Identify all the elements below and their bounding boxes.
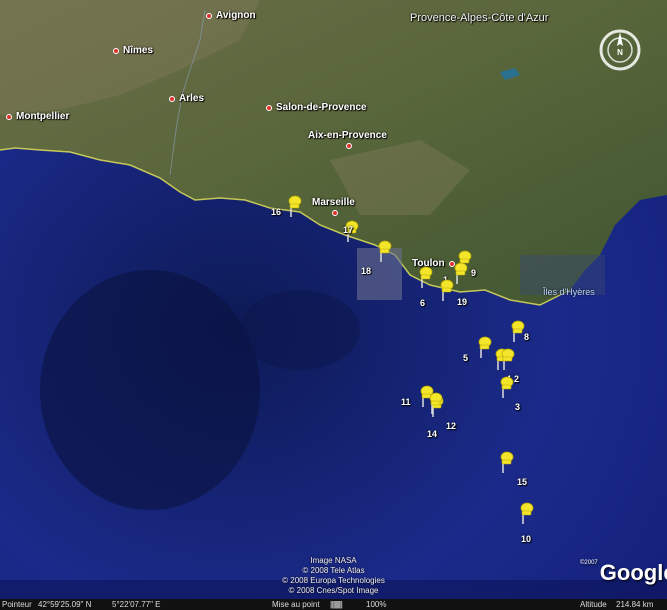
city-montpellier[interactable]: Montpellier xyxy=(6,111,69,122)
pointer-longitude: 5°22'07.77" E xyxy=(112,600,161,609)
placemark-label: 11 xyxy=(401,397,411,407)
map-imagery xyxy=(0,0,667,600)
status-bar: Pointeur 42°59'25.09" N 5°22'07.77" E Mi… xyxy=(0,599,667,610)
region-label: Provence-Alpes-Côte d'Azur xyxy=(410,12,549,24)
city-marseille[interactable]: Marseille xyxy=(312,197,355,216)
pointer-latitude: 42°59'25.09" N xyxy=(38,600,92,609)
credit-line: Image NASA xyxy=(310,556,357,565)
credit-line: © 2008 Europa Technologies xyxy=(282,576,385,585)
imagery-credits: Image NASA © 2008 Tele Atlas © 2008 Euro… xyxy=(0,556,667,596)
svg-text:N: N xyxy=(617,48,623,57)
placemark-label: 16 xyxy=(271,207,282,217)
placemark-label: 14 xyxy=(427,429,438,439)
focus-label: Mise au point xyxy=(272,600,320,609)
altitude-value: 214.84 km xyxy=(616,600,654,609)
altitude-label: Altitude xyxy=(580,600,607,609)
islands-label: Îles d'Hyères xyxy=(543,287,595,297)
placemark-label: 6 xyxy=(420,298,426,308)
city-aix-en-provence[interactable]: Aix-en-Provence xyxy=(308,130,387,149)
city-marker-icon xyxy=(266,104,272,111)
placemark-pin-icon[interactable] xyxy=(377,240,393,262)
placemark-label: 3 xyxy=(515,402,521,412)
placemark-label: 9 xyxy=(471,268,477,278)
placemark-pin-icon[interactable] xyxy=(500,348,516,370)
compass-icon[interactable]: N xyxy=(598,28,642,72)
placemark-pin-icon[interactable] xyxy=(477,336,493,358)
map-view[interactable]: Avignon Nîmes Arles Montpellier Salon-de… xyxy=(0,0,667,610)
city-marker-icon xyxy=(332,210,338,216)
placemark-label: 15 xyxy=(517,477,528,487)
pointer-label: Pointeur xyxy=(2,600,32,609)
placemark-pin-icon[interactable] xyxy=(418,266,434,288)
placemark-label: 8 xyxy=(524,332,530,342)
credit-line: © 2008 Tele Atlas xyxy=(302,566,365,575)
city-marker-icon xyxy=(113,47,119,54)
city-arles[interactable]: Arles xyxy=(169,93,204,104)
city-salon-de-provence[interactable]: Salon-de-Provence xyxy=(266,102,367,113)
credit-line: © 2008 Cnes/Spot Image xyxy=(288,586,379,595)
placemark-label: 18 xyxy=(361,266,372,276)
placemark-label: 12 xyxy=(446,421,457,431)
placemark-pin-icon[interactable] xyxy=(439,279,455,301)
city-nimes[interactable]: Nîmes xyxy=(113,45,153,56)
google-logo: ©2007Google xyxy=(580,560,667,585)
placemark-label: 10 xyxy=(521,534,532,544)
city-marker-icon xyxy=(206,12,212,19)
placemark-pin-icon[interactable] xyxy=(499,451,515,473)
city-marker-icon xyxy=(346,143,352,149)
placemark-label: 17 xyxy=(343,225,354,235)
city-avignon[interactable]: Avignon xyxy=(206,10,256,21)
placemark-label: 19 xyxy=(457,297,468,307)
placemark-label: 5 xyxy=(463,353,469,363)
placemark-pin-icon[interactable] xyxy=(499,376,515,398)
focus-progress: ||||||||||| xyxy=(330,600,343,609)
placemark-pin-icon[interactable] xyxy=(519,502,535,524)
placemark-pin-icon[interactable] xyxy=(287,195,303,217)
placemark-pin-icon[interactable] xyxy=(428,392,444,414)
focus-value: 100% xyxy=(366,600,387,609)
placemark-pin-icon[interactable] xyxy=(453,262,469,284)
city-marker-icon xyxy=(169,95,175,102)
city-marker-icon xyxy=(6,113,12,120)
